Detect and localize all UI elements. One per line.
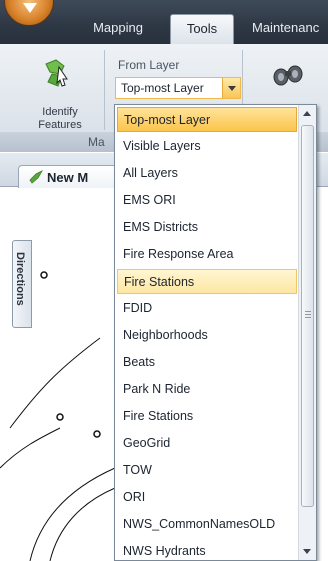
dropdown-item[interactable]: Visible Layers [117, 134, 297, 159]
dropdown-item[interactable]: Fire Response Area [117, 242, 297, 267]
tab-mapping[interactable]: Mapping [76, 14, 160, 44]
dropdown-item[interactable]: EMS Districts [117, 215, 297, 240]
tab-maintenance[interactable]: Maintenanc [244, 14, 328, 44]
dropdown-item[interactable]: Park N Ride [117, 377, 297, 402]
scroll-thumb[interactable] [301, 125, 314, 507]
ribbon-tab-bar: Mapping Tools Maintenanc [0, 0, 328, 44]
application-menu-button[interactable] [4, 0, 54, 26]
dropdown-item[interactable]: Neighborhoods [117, 323, 297, 348]
dropdown-item[interactable]: Top-most Layer [117, 107, 297, 132]
dropdown-item[interactable]: FDID [117, 296, 297, 321]
dropdown-item[interactable]: GeoGrid [117, 431, 297, 456]
dropdown-item[interactable]: TOW [117, 458, 297, 483]
grip-icon [305, 311, 311, 318]
directions-label: Directions [14, 252, 26, 306]
tab-tools[interactable]: Tools [170, 14, 234, 44]
dropdown-item[interactable]: NWS Hydrants [117, 539, 297, 560]
chevron-down-icon[interactable] [222, 78, 240, 98]
identify-features-label: Identify Features [38, 106, 82, 131]
dropdown-item[interactable]: ORI [117, 485, 297, 510]
binoculars-icon[interactable] [270, 60, 306, 90]
dropdown-item[interactable]: All Layers [117, 161, 297, 186]
map-tab-icon [29, 170, 43, 184]
dropdown-item[interactable]: NWS_CommonNamesOLD [117, 512, 297, 537]
dropdown-item[interactable]: Fire Stations [117, 404, 297, 429]
scroll-down-icon[interactable] [299, 542, 316, 560]
dropdown-item[interactable]: Fire Stations [117, 269, 297, 294]
tab-new-map[interactable]: New M [18, 165, 128, 189]
ribbon-separator [104, 50, 105, 130]
app-logo-icon [23, 3, 37, 13]
dropdown-item[interactable]: Beats [117, 350, 297, 375]
from-layer-combobox[interactable]: Top-most Layer [115, 77, 241, 99]
tab-new-map-label: New M [47, 170, 89, 185]
from-layer-value: Top-most Layer [121, 81, 204, 95]
dropdown-scrollbar[interactable] [298, 105, 316, 560]
from-layer-label: From Layer [118, 58, 180, 72]
scroll-up-icon[interactable] [299, 105, 316, 123]
dropdown-item[interactable]: EMS ORI [117, 188, 297, 213]
layer-dropdown-list[interactable]: Top-most Layer Visible Layers All Layers EM… [114, 104, 317, 561]
ribbon-group-label: Ma [88, 135, 105, 149]
identify-features-icon [45, 59, 68, 87]
identify-features-button[interactable]: Identify Features [4, 50, 92, 138]
